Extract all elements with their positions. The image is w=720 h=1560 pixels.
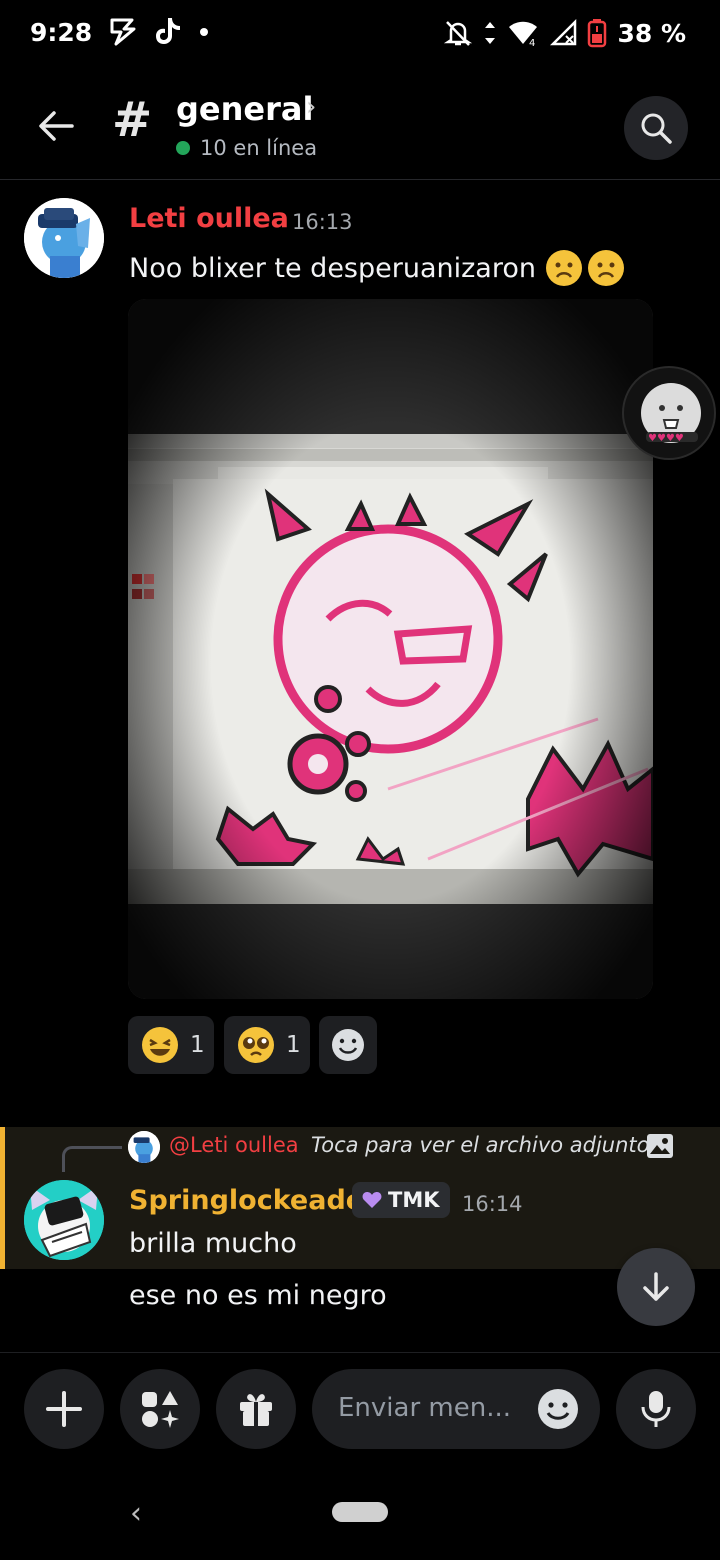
online-count: 10 en línea bbox=[200, 136, 318, 160]
microphone-icon bbox=[641, 1391, 671, 1427]
apps-icon bbox=[142, 1391, 179, 1428]
avatar-image bbox=[24, 198, 104, 278]
timestamp: 16:14 bbox=[462, 1192, 523, 1216]
hash-icon: # bbox=[112, 92, 153, 148]
data-arrows-icon bbox=[485, 22, 496, 44]
reaction-pleading[interactable]: 1 bbox=[224, 1016, 310, 1074]
reply-mention[interactable]: @Leti oullea bbox=[169, 1133, 299, 1157]
composer-bar: Enviar men... bbox=[0, 1352, 720, 1462]
nav-home-pill[interactable] bbox=[332, 1502, 388, 1522]
mute-bell-icon bbox=[444, 21, 473, 46]
arrow-down-icon bbox=[643, 1272, 669, 1301]
emoji-picker-icon[interactable] bbox=[536, 1387, 580, 1431]
floating-sticker[interactable]: ♥♥♥♥ bbox=[622, 366, 716, 460]
attachment-photo bbox=[128, 299, 653, 999]
role-label: TMK bbox=[388, 1188, 440, 1212]
laughing-face-icon bbox=[142, 1027, 178, 1063]
plus-icon bbox=[46, 1391, 82, 1427]
search-button[interactable] bbox=[624, 96, 688, 160]
smiley-icon bbox=[332, 1029, 364, 1061]
apps-button[interactable] bbox=[120, 1369, 200, 1449]
add-reaction-button[interactable] bbox=[319, 1016, 377, 1074]
frowning-face-icon bbox=[545, 250, 582, 286]
reply-avatar bbox=[128, 1131, 160, 1163]
online-status: 10 en línea bbox=[176, 136, 317, 160]
heart-icon bbox=[362, 1192, 382, 1208]
message-input-placeholder: Enviar men... bbox=[338, 1393, 511, 1423]
avatar[interactable] bbox=[24, 1180, 104, 1260]
dot-icon bbox=[200, 28, 208, 36]
reaction-laughing[interactable]: 1 bbox=[128, 1016, 214, 1074]
clock: 9:28 bbox=[30, 18, 93, 47]
reaction-count: 1 bbox=[286, 1032, 301, 1058]
svg-text:4: 4 bbox=[529, 38, 535, 48]
message-input[interactable]: Enviar men... bbox=[312, 1369, 600, 1449]
notification-icons bbox=[108, 16, 210, 46]
nav-back-icon[interactable]: ‹ bbox=[130, 1496, 142, 1531]
battery-level: 38 % bbox=[617, 18, 686, 48]
status-bar: 9:28 4 38 % bbox=[0, 0, 720, 72]
chevron-right-icon[interactable]: › bbox=[306, 92, 316, 122]
system-nav-bar: ‹ bbox=[0, 1462, 720, 1560]
channel-name[interactable]: general bbox=[176, 90, 313, 128]
svg-text:♥♥♥♥: ♥♥♥♥ bbox=[648, 433, 684, 444]
attach-button[interactable] bbox=[24, 1369, 104, 1449]
pleading-face-icon bbox=[238, 1027, 274, 1063]
message-body: brilla mucho bbox=[129, 1228, 297, 1259]
wifi-icon: 4 bbox=[509, 21, 538, 48]
gift-button[interactable] bbox=[216, 1369, 296, 1449]
gift-icon bbox=[240, 1394, 272, 1426]
flash-app-icon bbox=[110, 18, 136, 46]
voice-message-button[interactable] bbox=[616, 1369, 696, 1449]
message-body: Noo blixer te desperuanizaron bbox=[129, 252, 536, 284]
message-body: ese no es mi negro bbox=[129, 1280, 387, 1311]
message-text: Noo blixer te desperuanizaron bbox=[129, 248, 626, 288]
author-name[interactable]: Leti oullea bbox=[129, 203, 289, 234]
online-dot-icon bbox=[176, 141, 190, 155]
sticker-face-icon: ♥♥♥♥ bbox=[641, 383, 701, 444]
reply-preview[interactable]: Toca para ver el archivo adjunto bbox=[311, 1133, 650, 1157]
frowning-face-icon bbox=[587, 250, 624, 286]
battery-icon bbox=[588, 19, 607, 48]
jump-to-present-button[interactable] bbox=[617, 1248, 695, 1326]
reply-connector bbox=[62, 1146, 122, 1172]
avatar[interactable] bbox=[24, 198, 104, 278]
back-button[interactable] bbox=[28, 98, 84, 154]
signal-icon bbox=[550, 18, 577, 46]
role-tag[interactable]: TMK bbox=[352, 1182, 450, 1218]
system-icons: 4 38 % bbox=[443, 18, 686, 48]
channel-header: # general › 10 en línea bbox=[0, 72, 720, 180]
avatar-image bbox=[24, 1180, 104, 1260]
timestamp: 16:13 bbox=[292, 210, 353, 234]
image-icon bbox=[647, 1134, 673, 1158]
author-name[interactable]: Springlockeado bbox=[129, 1185, 364, 1216]
tiktok-icon bbox=[156, 18, 180, 44]
reaction-count: 1 bbox=[190, 1032, 205, 1058]
reply-avatar-image bbox=[128, 1131, 160, 1163]
search-icon bbox=[641, 113, 672, 144]
arrow-left-icon bbox=[39, 111, 74, 141]
image-attachment[interactable] bbox=[128, 299, 653, 999]
